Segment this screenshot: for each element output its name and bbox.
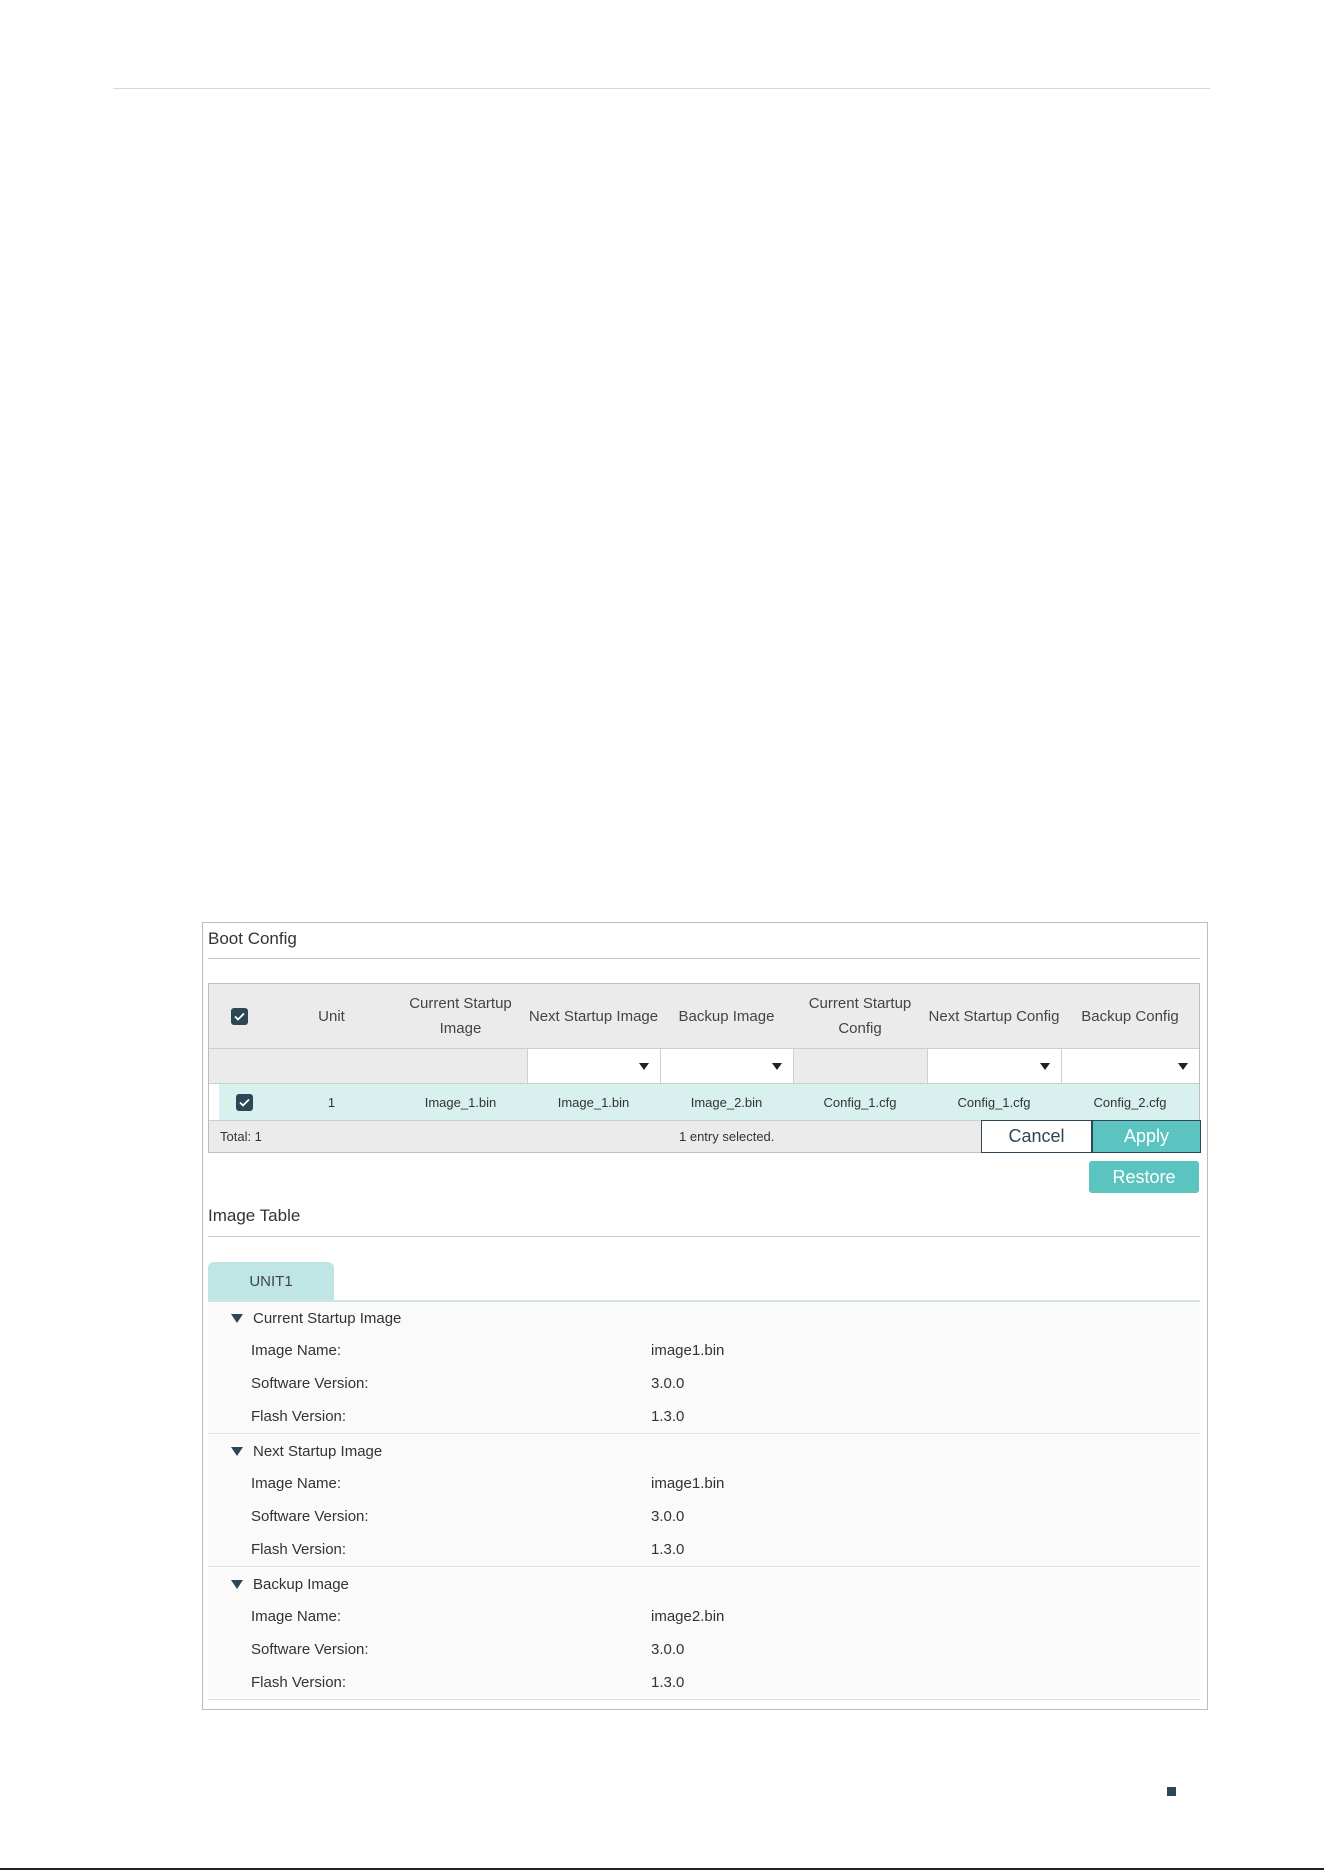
checkmark-icon — [233, 1012, 245, 1021]
column-header-backup-config[interactable]: Backup Config — [1061, 984, 1199, 1048]
cell-current-startup-config: Config_1.cfg — [823, 1094, 897, 1110]
selection-status: 1 entry selected. — [679, 1129, 775, 1144]
cell-backup-image: Image_2.bin — [690, 1094, 763, 1110]
section-title: Current Startup Image — [253, 1309, 402, 1327]
flash-version-value: 1.3.0 — [651, 1541, 685, 1558]
collapse-triangle-icon — [231, 1313, 243, 1323]
row-select-cell — [219, 1084, 269, 1120]
cancel-button[interactable]: Cancel — [981, 1120, 1092, 1153]
image-name-value: image1.bin — [651, 1475, 725, 1492]
section-title: Backup Image — [253, 1575, 349, 1593]
image-name-label: Image Name: — [251, 1342, 342, 1359]
column-header-current-startup-config[interactable]: Current Startup Config — [793, 984, 927, 1048]
chevron-down-icon — [772, 1063, 782, 1070]
column-header-next-startup-image[interactable]: Next Startup Image — [527, 984, 660, 1048]
next-startup-image-section: Next Startup Image Image Name: image1.bi… — [208, 1435, 1200, 1567]
cell-unit: 1 — [327, 1094, 336, 1110]
row-left-margin — [209, 1084, 219, 1120]
software-version-value: 3.0.0 — [651, 1641, 685, 1658]
select-all-cell — [209, 984, 269, 1048]
image-name-label: Image Name: — [251, 1475, 342, 1492]
software-version-label: Software Version: — [251, 1641, 369, 1658]
current-startup-image-section: Current Startup Image Image Name: image1… — [208, 1302, 1200, 1434]
software-version-value: 3.0.0 — [651, 1508, 685, 1525]
select-all-checkbox[interactable] — [230, 1007, 248, 1025]
flash-version-value: 1.3.0 — [651, 1408, 685, 1425]
boot-config-title: Boot Config — [208, 929, 297, 948]
boot-config-panel: Boot Config Unit Current Startup Image N… — [202, 922, 1208, 1710]
collapse-triangle-icon — [231, 1446, 243, 1456]
backup-config-select[interactable] — [1061, 1049, 1199, 1083]
next-startup-image-select[interactable] — [527, 1049, 660, 1083]
boot-config-table: Unit Current Startup Image Next Startup … — [208, 983, 1201, 1153]
backup-image-select[interactable] — [660, 1049, 793, 1083]
software-version-label: Software Version: — [251, 1375, 369, 1392]
edit-row — [209, 1049, 1199, 1084]
backup-image-section: Backup Image Image Name: image2.bin Soft… — [208, 1568, 1200, 1700]
flash-version-label: Flash Version: — [251, 1674, 347, 1691]
section-header[interactable]: Backup Image — [231, 1568, 349, 1600]
flash-version-value: 1.3.0 — [651, 1674, 685, 1691]
total-count: Total: 1 — [220, 1129, 262, 1144]
apply-button[interactable]: Apply — [1092, 1120, 1201, 1153]
edit-row-blank — [209, 1049, 527, 1083]
software-version-label: Software Version: — [251, 1508, 369, 1525]
boot-config-title-divider — [208, 958, 1200, 959]
table-header: Unit Current Startup Image Next Startup … — [209, 984, 1199, 1049]
table-row[interactable]: 1 Image_1.bin Image_1.bin Image_2.bin Co… — [209, 1084, 1199, 1121]
restore-button[interactable]: Restore — [1089, 1161, 1199, 1193]
checkmark-icon — [238, 1098, 250, 1107]
row-checkbox[interactable] — [235, 1093, 253, 1111]
cell-next-startup-config: Config_1.cfg — [957, 1094, 1031, 1110]
chevron-down-icon — [1178, 1063, 1188, 1070]
current-startup-config-blank — [793, 1049, 927, 1083]
section-header[interactable]: Next Startup Image — [231, 1435, 382, 1467]
column-header-current-startup-image[interactable]: Current Startup Image — [394, 984, 527, 1048]
cell-next-startup-image: Image_1.bin — [557, 1094, 630, 1110]
table-footer: Total: 1 1 entry selected. Cancel Apply — [209, 1120, 1201, 1153]
section-header[interactable]: Current Startup Image — [231, 1302, 401, 1334]
collapse-triangle-icon — [231, 1579, 243, 1589]
next-startup-config-select[interactable] — [927, 1049, 1061, 1083]
image-table-title-divider — [208, 1236, 1200, 1237]
flash-version-label: Flash Version: — [251, 1408, 347, 1425]
tab-unit1[interactable]: UNIT1 — [208, 1262, 334, 1300]
software-version-value: 3.0.0 — [651, 1375, 685, 1392]
flash-version-label: Flash Version: — [251, 1541, 347, 1558]
column-header-backup-image[interactable]: Backup Image — [660, 984, 793, 1048]
cell-backup-config: Config_2.cfg — [1093, 1094, 1167, 1110]
page-bottom-rule — [0, 1868, 1324, 1870]
cell-current-startup-image: Image_1.bin — [424, 1094, 497, 1110]
chevron-down-icon — [1040, 1063, 1050, 1070]
section-title: Next Startup Image — [253, 1442, 383, 1460]
image-name-value: image1.bin — [651, 1342, 725, 1359]
column-header-unit[interactable]: Unit — [269, 984, 394, 1048]
page-top-divider — [113, 88, 1210, 89]
image-name-value: image2.bin — [651, 1608, 725, 1625]
image-table-title: Image Table — [208, 1206, 301, 1225]
column-header-next-startup-config[interactable]: Next Startup Config — [927, 984, 1061, 1048]
image-name-label: Image Name: — [251, 1608, 342, 1625]
page-marker-square — [1167, 1787, 1176, 1796]
chevron-down-icon — [639, 1063, 649, 1070]
